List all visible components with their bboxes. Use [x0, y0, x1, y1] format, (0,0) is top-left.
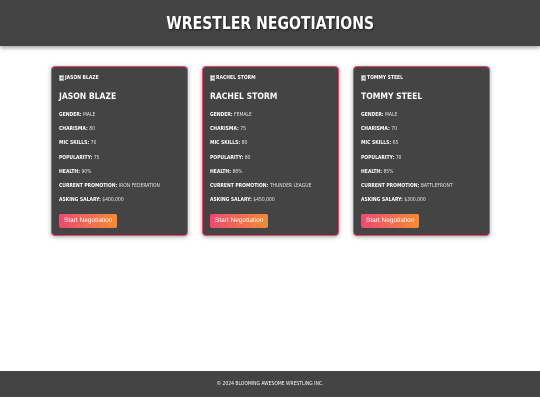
attr-salary-label: Asking Salary:: [59, 197, 101, 204]
attr-promotion: Current Promotion: BattleFront: [361, 179, 482, 193]
wrestler-name: Tommy Steel: [361, 92, 423, 102]
attr-promotion-label: Current Promotion:: [210, 182, 269, 189]
attr-mic-skills-label: Mic Skills:: [210, 140, 241, 147]
attr-charisma-label: Charisma:: [59, 126, 88, 133]
attr-gender-value: Female: [234, 112, 252, 118]
attr-health-label: Health:: [210, 168, 231, 175]
attr-popularity-value: 80: [244, 154, 251, 161]
attr-popularity-value: 70: [395, 154, 402, 161]
attr-health: Health: 90%: [59, 165, 180, 179]
attr-gender: Gender: Male: [361, 108, 482, 122]
wrestler-photo: Rachel Storm: [210, 73, 331, 83]
attr-mic-skills-value: 80: [241, 140, 248, 147]
wrestler-photo-alt: Rachel Storm: [216, 75, 256, 81]
attr-promotion-label: Current Promotion:: [59, 182, 118, 189]
attr-promotion-value: Iron Federation: [118, 182, 160, 189]
wrestler-card: Rachel Storm Rachel Storm Gender: Female…: [202, 66, 339, 236]
attr-health-value: 88%: [232, 168, 243, 175]
start-negotiation-button[interactable]: Start Negotiation: [210, 214, 269, 229]
attr-popularity-label: Popularity:: [210, 154, 244, 161]
wrestler-card-list: Jason Blaze Jason Blaze Gender: Male Cha…: [51, 66, 490, 236]
attr-mic-skills-value: 65: [392, 140, 399, 147]
attr-gender: Gender: Male: [59, 108, 180, 122]
attr-salary: Asking Salary: $450,000: [210, 193, 331, 207]
wrestler-photo-alt: Jason Blaze: [65, 75, 99, 81]
attr-mic-skills: Mic Skills: 70: [59, 136, 180, 150]
wrestler-name: Jason Blaze: [59, 92, 117, 102]
attr-promotion-value: BattleFront: [420, 182, 453, 189]
attr-charisma-value: 70: [391, 126, 397, 133]
attr-mic-skills-label: Mic Skills:: [361, 140, 392, 147]
wrestler-name: Rachel Storm: [210, 92, 278, 102]
attr-promotion-label: Current Promotion:: [361, 182, 420, 189]
attr-popularity: Popularity: 75: [59, 151, 180, 165]
attr-charisma: Charisma: 80: [59, 122, 180, 136]
broken-image-icon: [59, 75, 64, 81]
attr-health-value: 85%: [383, 168, 394, 175]
attr-popularity: Popularity: 80: [210, 151, 331, 165]
attr-mic-skills: Mic Skills: 80: [210, 136, 331, 150]
attr-gender-label: Gender:: [361, 112, 384, 118]
wrestler-photo-alt: Tommy Steel: [367, 75, 403, 81]
attr-health-label: Health:: [59, 168, 80, 175]
attr-salary-value: $300,000: [404, 197, 426, 204]
attr-charisma-label: Charisma:: [210, 126, 239, 133]
attr-health-label: Health:: [361, 168, 382, 175]
attr-popularity-label: Popularity:: [361, 154, 395, 161]
page-footer: © 2024 Blooming Awesome Wrestling Inc.: [0, 371, 540, 397]
wrestler-photo: Jason Blaze: [59, 73, 180, 83]
attr-popularity: Popularity: 70: [361, 151, 482, 165]
broken-image-icon: [361, 75, 366, 81]
copyright-text: © 2024 Blooming Awesome Wrestling Inc.: [216, 381, 324, 387]
wrestler-photo: Tommy Steel: [361, 73, 482, 83]
attr-gender: Gender: Female: [210, 108, 331, 122]
attr-salary-label: Asking Salary:: [361, 197, 403, 204]
page-title: Wrestler Negotiations: [166, 12, 374, 34]
attr-mic-skills-value: 70: [90, 140, 97, 147]
attr-gender-value: Male: [385, 112, 398, 118]
attr-salary-value: $400,000: [102, 197, 124, 204]
wrestler-card: Jason Blaze Jason Blaze Gender: Male Cha…: [51, 66, 188, 236]
attr-gender-label: Gender:: [210, 112, 233, 118]
attr-salary: Asking Salary: $400,000: [59, 193, 180, 207]
start-negotiation-button[interactable]: Start Negotiation: [361, 214, 420, 229]
attr-popularity-value: 75: [93, 154, 100, 161]
attr-promotion: Current Promotion: Iron Federation: [59, 179, 180, 193]
attr-charisma: Charisma: 75: [210, 122, 331, 136]
attr-charisma-value: 75: [240, 126, 246, 133]
attr-gender-value: Male: [83, 112, 96, 118]
broken-image-icon: [210, 75, 215, 81]
start-negotiation-button[interactable]: Start Negotiation: [59, 214, 118, 229]
attr-salary-value: $450,000: [253, 197, 275, 204]
attr-salary: Asking Salary: $300,000: [361, 193, 482, 207]
attr-charisma-label: Charisma:: [361, 126, 390, 133]
attr-salary-label: Asking Salary:: [210, 197, 252, 204]
attr-health-value: 90%: [81, 168, 92, 175]
attr-popularity-label: Popularity:: [59, 154, 93, 161]
attr-gender-label: Gender:: [59, 112, 82, 118]
attr-mic-skills: Mic Skills: 65: [361, 136, 482, 150]
attr-mic-skills-label: Mic Skills:: [59, 140, 90, 147]
attr-promotion: Current Promotion: Thunder League: [210, 179, 331, 193]
attr-health: Health: 88%: [210, 165, 331, 179]
attr-health: Health: 85%: [361, 165, 482, 179]
page-header: Wrestler Negotiations: [0, 0, 540, 46]
attr-charisma: Charisma: 70: [361, 122, 482, 136]
attr-promotion-value: Thunder League: [269, 182, 312, 189]
attr-charisma-value: 80: [89, 126, 95, 133]
wrestler-card: Tommy Steel Tommy Steel Gender: Male Cha…: [353, 66, 490, 236]
